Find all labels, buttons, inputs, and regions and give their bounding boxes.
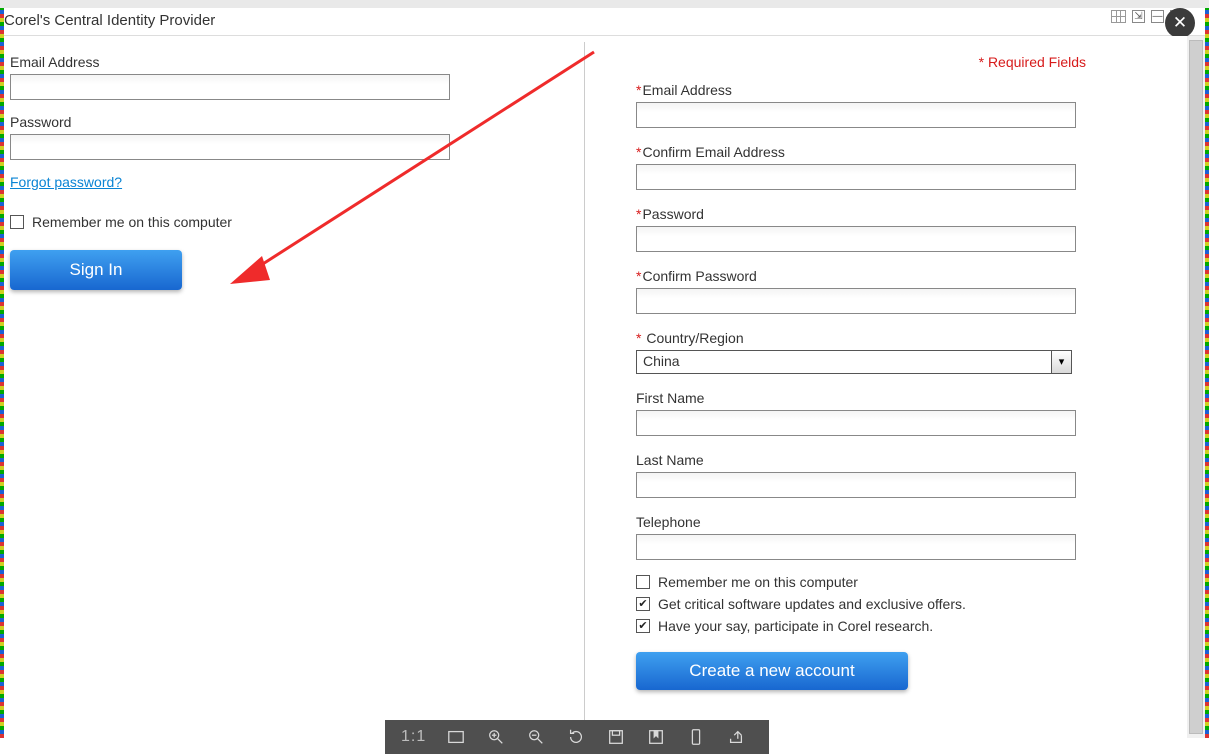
password-input[interactable] — [10, 134, 450, 160]
chevron-down-icon: ▾ — [1051, 351, 1071, 373]
vertical-divider — [584, 42, 585, 742]
content: Email Address Password Forgot password? … — [4, 36, 1187, 734]
reg-confirm-email-input[interactable] — [636, 164, 1076, 190]
reg-research-checkbox[interactable] — [636, 619, 650, 633]
reg-password-input[interactable] — [636, 226, 1076, 252]
zoom-ratio: 1:1 — [401, 728, 426, 746]
signin-button[interactable]: Sign In — [10, 250, 182, 290]
reg-remember-label: Remember me on this computer — [658, 574, 858, 590]
reg-email-input[interactable] — [636, 102, 1076, 128]
reg-last-name-label: Last Name — [636, 452, 1086, 468]
share-icon[interactable] — [726, 727, 746, 747]
window-title: Corel's Central Identity Provider — [4, 12, 215, 29]
scrollbar-thumb[interactable] — [1189, 40, 1203, 734]
minimize-icon[interactable]: — — [1151, 10, 1164, 23]
view-grid-icon[interactable] — [1111, 10, 1126, 23]
register-options: Remember me on this computer Get critica… — [636, 574, 1086, 634]
reg-country-label: * Country/Region — [636, 330, 1086, 346]
reg-password-label: *Password — [636, 206, 1086, 222]
remember-label: Remember me on this computer — [32, 214, 232, 230]
reg-country-value: China — [643, 353, 680, 369]
save-icon[interactable] — [606, 727, 626, 747]
reg-telephone-label: Telephone — [636, 514, 1086, 530]
email-label: Email Address — [10, 54, 460, 70]
rotate-icon[interactable] — [566, 727, 586, 747]
reg-research-label: Have your say, participate in Corel rese… — [658, 618, 933, 634]
reg-first-name-label: First Name — [636, 390, 1086, 406]
vertical-scrollbar[interactable] — [1187, 36, 1205, 738]
reg-confirm-email-label: *Confirm Email Address — [636, 144, 1086, 160]
collapse-icon[interactable]: ⇲ — [1132, 10, 1145, 23]
reg-updates-label: Get critical software updates and exclus… — [658, 596, 966, 612]
reg-confirm-password-input[interactable] — [636, 288, 1076, 314]
fit-screen-icon[interactable] — [446, 727, 466, 747]
email-input[interactable] — [10, 74, 450, 100]
reg-last-name-input[interactable] — [636, 472, 1076, 498]
zoom-out-icon[interactable] — [526, 727, 546, 747]
reg-email-label: *Email Address — [636, 82, 1086, 98]
password-label: Password — [10, 114, 460, 130]
forgot-password-link[interactable]: Forgot password? — [10, 174, 122, 190]
titlebar: Corel's Central Identity Provider ⇲ — ˆ — [4, 8, 1205, 36]
device-icon[interactable] — [686, 727, 706, 747]
bookmark-icon[interactable] — [646, 727, 666, 747]
close-button[interactable]: ✕ — [1165, 8, 1195, 38]
reg-updates-checkbox[interactable] — [636, 597, 650, 611]
edge-right — [1205, 8, 1209, 738]
register-panel: * Required Fields *Email Address *Confir… — [636, 54, 1086, 690]
required-fields-note: * Required Fields — [979, 54, 1086, 70]
reg-remember-checkbox[interactable] — [636, 575, 650, 589]
viewer-toolbar: 1:1 — [385, 720, 769, 754]
reg-confirm-password-label: *Confirm Password — [636, 268, 1086, 284]
topstrip — [0, 0, 1209, 8]
reg-first-name-input[interactable] — [636, 410, 1076, 436]
remember-checkbox[interactable] — [10, 215, 24, 229]
reg-country-select[interactable]: China ▾ — [636, 350, 1072, 374]
zoom-in-icon[interactable] — [486, 727, 506, 747]
reg-telephone-input[interactable] — [636, 534, 1076, 560]
signin-panel: Email Address Password Forgot password? … — [10, 54, 460, 290]
create-account-button[interactable]: Create a new account — [636, 652, 908, 690]
